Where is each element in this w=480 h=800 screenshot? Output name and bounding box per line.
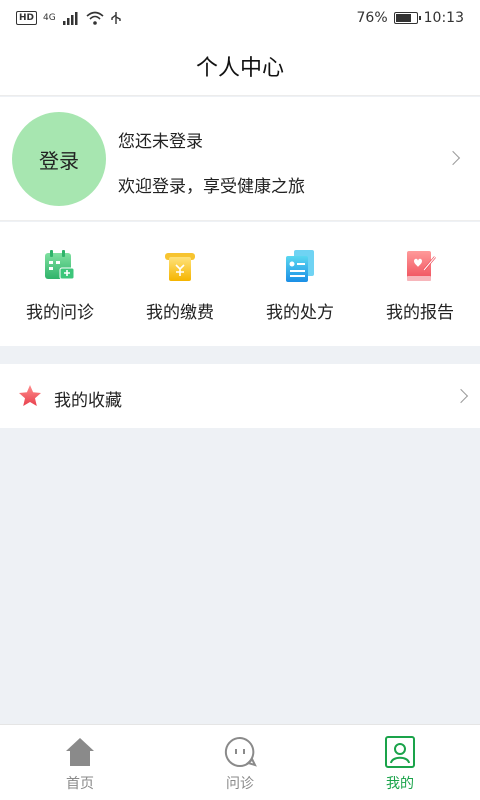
- login-button[interactable]: 登录: [12, 112, 106, 206]
- tab-label: 首页: [66, 776, 94, 792]
- clock: 10:13: [423, 10, 464, 26]
- quick-item-label: 我的报告: [386, 303, 454, 323]
- status-right: 76% 10:13: [357, 10, 464, 26]
- login-status-text: 您还未登录: [118, 132, 203, 152]
- quick-item-prescriptions[interactable]: 我的处方: [240, 222, 360, 346]
- hd-badge: HD: [16, 11, 38, 25]
- wifi-icon: [86, 11, 104, 25]
- tab-home[interactable]: 首页: [0, 725, 160, 800]
- home-icon: [66, 738, 94, 766]
- profile-icon: [385, 736, 415, 768]
- tab-label: 我的: [386, 776, 414, 792]
- status-left: HD 4G: [16, 11, 122, 25]
- profile-card[interactable]: 登录 您还未登录 欢迎登录，享受健康之旅: [0, 97, 480, 221]
- battery-icon: [393, 12, 421, 24]
- battery-fill: [395, 14, 411, 22]
- favorites-label: 我的收藏: [54, 391, 122, 411]
- chat-bubble-icon: [224, 736, 257, 767]
- quick-item-label: 我的问诊: [26, 303, 94, 323]
- tab-label: 问诊: [226, 776, 254, 792]
- favorites-row[interactable]: 我的收藏: [0, 364, 480, 428]
- battery-percent: 76%: [356, 10, 388, 26]
- page-title: 个人中心: [195, 55, 284, 81]
- status-bar: HD 4G 76% 10:13: [0, 0, 480, 36]
- star-icon: [19, 385, 41, 406]
- usb-icon: [111, 12, 121, 24]
- tab-consult[interactable]: 问诊: [160, 725, 320, 800]
- payment-receipt-icon: [165, 253, 195, 281]
- page-header: 个人中心: [0, 36, 480, 96]
- quick-item-reports[interactable]: 我的报告: [360, 222, 480, 346]
- chevron-right-icon: [453, 388, 469, 404]
- report-heart-icon: [407, 251, 436, 281]
- network-type: 4G: [43, 13, 56, 23]
- profile-text: 您还未登录 欢迎登录，享受健康之旅: [118, 127, 305, 197]
- welcome-text: 欢迎登录，享受健康之旅: [118, 177, 305, 197]
- bottom-tab-bar: 首页 问诊 我的: [0, 724, 480, 800]
- prescription-document-icon: [286, 250, 314, 282]
- quick-item-payments[interactable]: 我的缴费: [120, 222, 240, 346]
- quick-item-label: 我的缴费: [146, 303, 214, 323]
- tab-mine[interactable]: 我的: [320, 725, 480, 800]
- chevron-right-icon: [445, 150, 461, 166]
- signal-icon: [62, 12, 78, 25]
- quick-item-label: 我的处方: [266, 303, 334, 323]
- quick-actions: 我的问诊 我的缴费 我的处方 我的报告: [0, 222, 480, 346]
- quick-item-consultations[interactable]: 我的问诊: [0, 222, 120, 346]
- calendar-clinic-icon: [45, 250, 75, 280]
